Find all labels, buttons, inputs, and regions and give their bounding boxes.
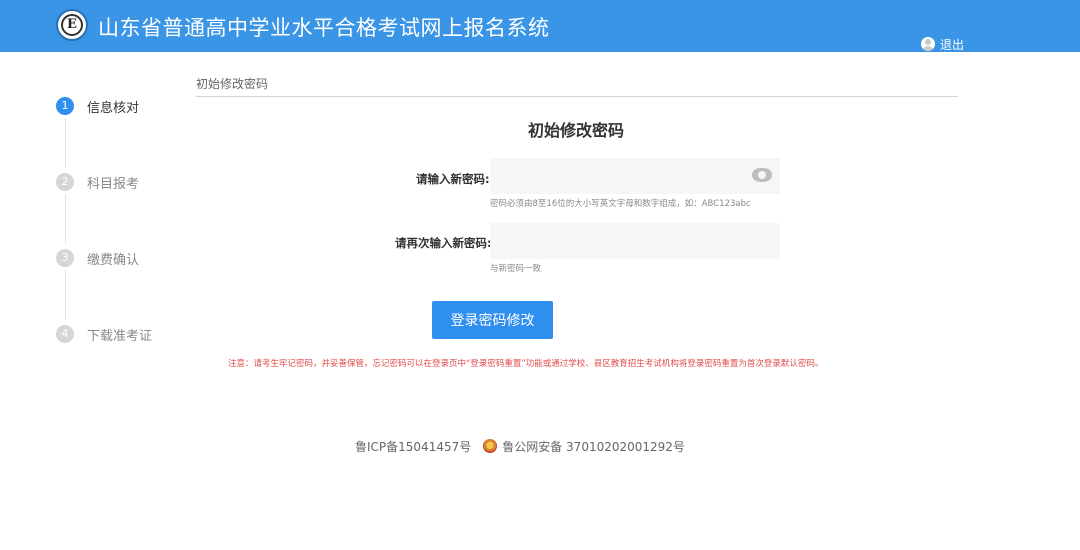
- step-label: 下载准考证: [87, 328, 153, 344]
- police-record-link[interactable]: 鲁公网安备 37010202001292号: [502, 438, 685, 455]
- step-payment-confirm: 3 缴费确认: [56, 248, 139, 268]
- breadcrumb: 初始修改密码: [196, 77, 269, 91]
- confirm-password-label: 请再次输入新密码:: [395, 236, 492, 250]
- change-password-button[interactable]: 登录密码修改: [432, 301, 553, 339]
- step-connector: [65, 194, 66, 244]
- notice-text: 注意：请考生牢记密码，并妥善保管，忘记密码可以在登录页中“登录密码重置”功能或通…: [228, 359, 824, 369]
- logout-button[interactable]: 退出: [921, 36, 964, 52]
- breadcrumb-divider: [196, 96, 958, 97]
- eye-icon[interactable]: [752, 168, 772, 182]
- logo: E: [56, 9, 88, 41]
- step-download-admission-ticket: 4 下载准考证: [56, 324, 152, 344]
- step-number: 2: [56, 173, 74, 191]
- logout-label[interactable]: 退出: [940, 36, 964, 53]
- step-label: 缴费确认: [87, 252, 140, 268]
- step-number: 3: [56, 249, 74, 267]
- confirm-password-hint: 与新密码一致: [490, 264, 542, 274]
- step-connector: [65, 270, 66, 320]
- police-badge-icon: [483, 439, 498, 453]
- logo-mark: E: [61, 14, 83, 36]
- app-title: 山东省普通高中学业水平合格考试网上报名系统: [98, 16, 550, 40]
- footer: 鲁ICP备15041457号 鲁公网安备 37010202001292号: [355, 437, 685, 455]
- step-connector: [65, 118, 66, 168]
- step-number: 4: [56, 325, 74, 343]
- step-number: 1: [56, 97, 74, 115]
- step-info-check: 1 信息核对: [56, 96, 139, 116]
- step-label: 信息核对: [87, 100, 140, 116]
- icp-link[interactable]: 鲁ICP备15041457号: [355, 438, 471, 455]
- user-icon: [921, 37, 935, 51]
- new-password-field[interactable]: [490, 158, 780, 194]
- step-subject-register: 2 科目报考: [56, 172, 139, 192]
- confirm-password-field[interactable]: [490, 223, 780, 259]
- form-title: 初始修改密码: [528, 121, 625, 140]
- new-password-hint: 密码必须由8至16位的大小写英文字母和数字组成，如：ABC123abc: [490, 199, 751, 209]
- new-password-label: 请输入新密码:: [416, 172, 490, 186]
- top-header: E 山东省普通高中学业水平合格考试网上报名系统 退出: [0, 0, 1080, 52]
- step-label: 科目报考: [87, 176, 140, 192]
